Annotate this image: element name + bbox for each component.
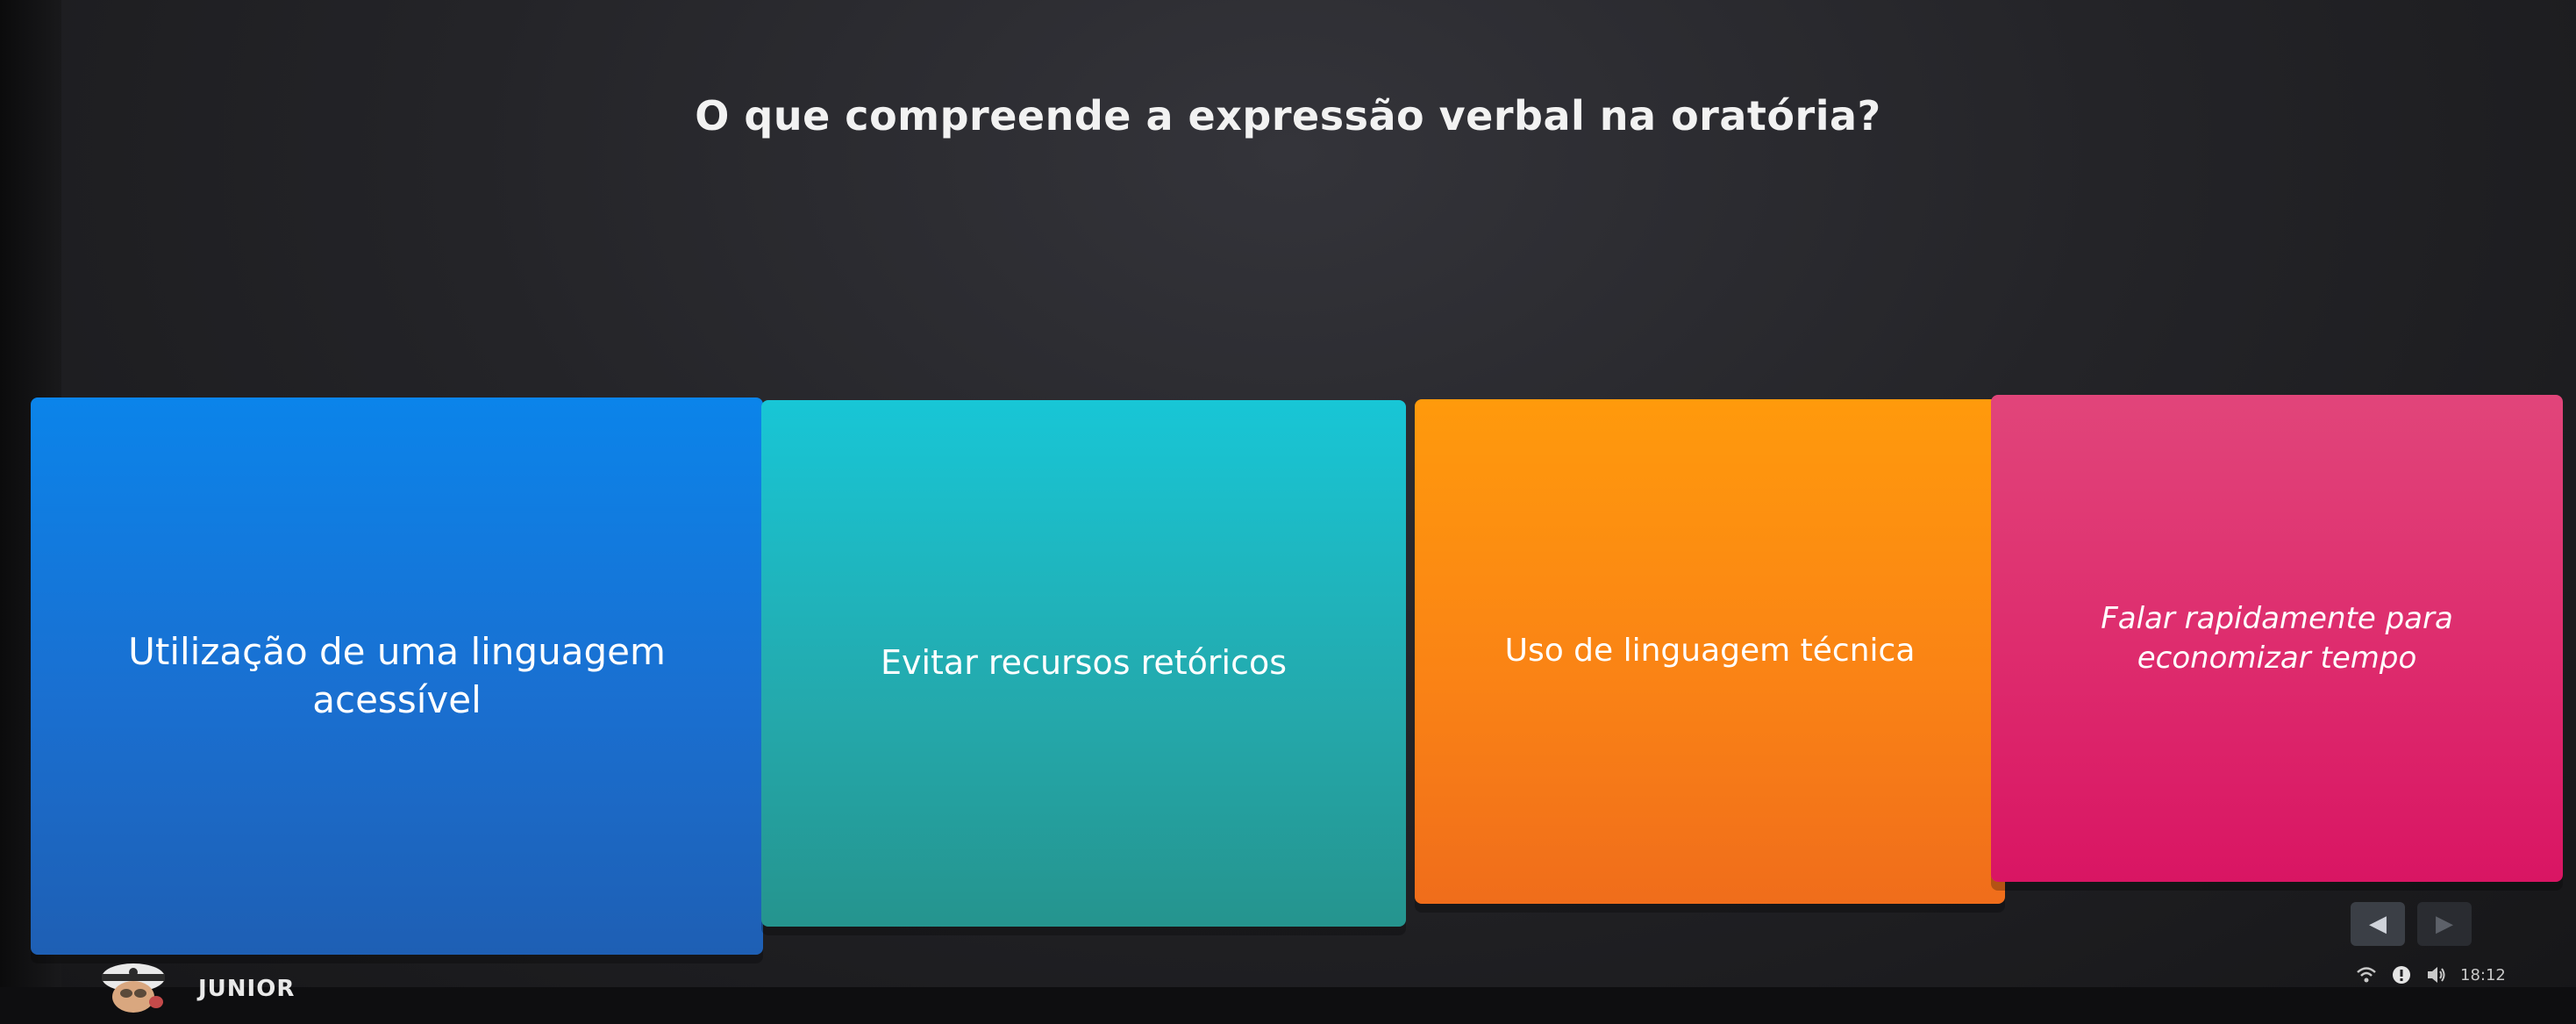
volume-icon[interactable]: [2425, 963, 2448, 986]
answer-grid: Utilização de uma linguagem acessível Ev…: [0, 0, 2576, 1024]
answer-option-3[interactable]: Uso de linguagem técnica: [1415, 399, 2005, 904]
answer-option-2[interactable]: Evitar recursos retóricos: [761, 400, 1406, 927]
player-info: JUNIOR: [95, 958, 295, 1020]
next-button[interactable]: ▶: [2417, 902, 2472, 946]
answer-option-1[interactable]: Utilização de uma linguagem acessível: [31, 397, 763, 955]
clock-time: 18:12: [2460, 965, 2506, 985]
answer-option-label: Uso de linguagem técnica: [1504, 633, 1916, 670]
previous-button[interactable]: ◀: [2351, 902, 2405, 946]
answer-option-label: Evitar recursos retóricos: [880, 643, 1288, 683]
answer-option-label: Falar rapidamente para economizar tempo: [2101, 601, 2453, 676]
wifi-icon[interactable]: [2355, 963, 2378, 986]
monitor-bezel-bottom: [0, 987, 2576, 1024]
quiz-screen: O que compreende a expressão verbal na o…: [0, 0, 2576, 1024]
answer-option-label: Utilização de uma linguagem acessível: [128, 629, 666, 721]
chevron-right-icon: ▶: [2436, 911, 2453, 937]
answer-option-4[interactable]: Falar rapidamente para economizar tempo: [1991, 395, 2563, 882]
chevron-left-icon: ◀: [2369, 911, 2387, 937]
notification-icon[interactable]: [2390, 963, 2413, 986]
avatar-icon: [102, 963, 165, 1013]
player-name: JUNIOR: [198, 976, 296, 1002]
system-tray: 18:12: [2355, 963, 2506, 986]
question-navigation: ◀ ▶: [2351, 902, 2472, 946]
